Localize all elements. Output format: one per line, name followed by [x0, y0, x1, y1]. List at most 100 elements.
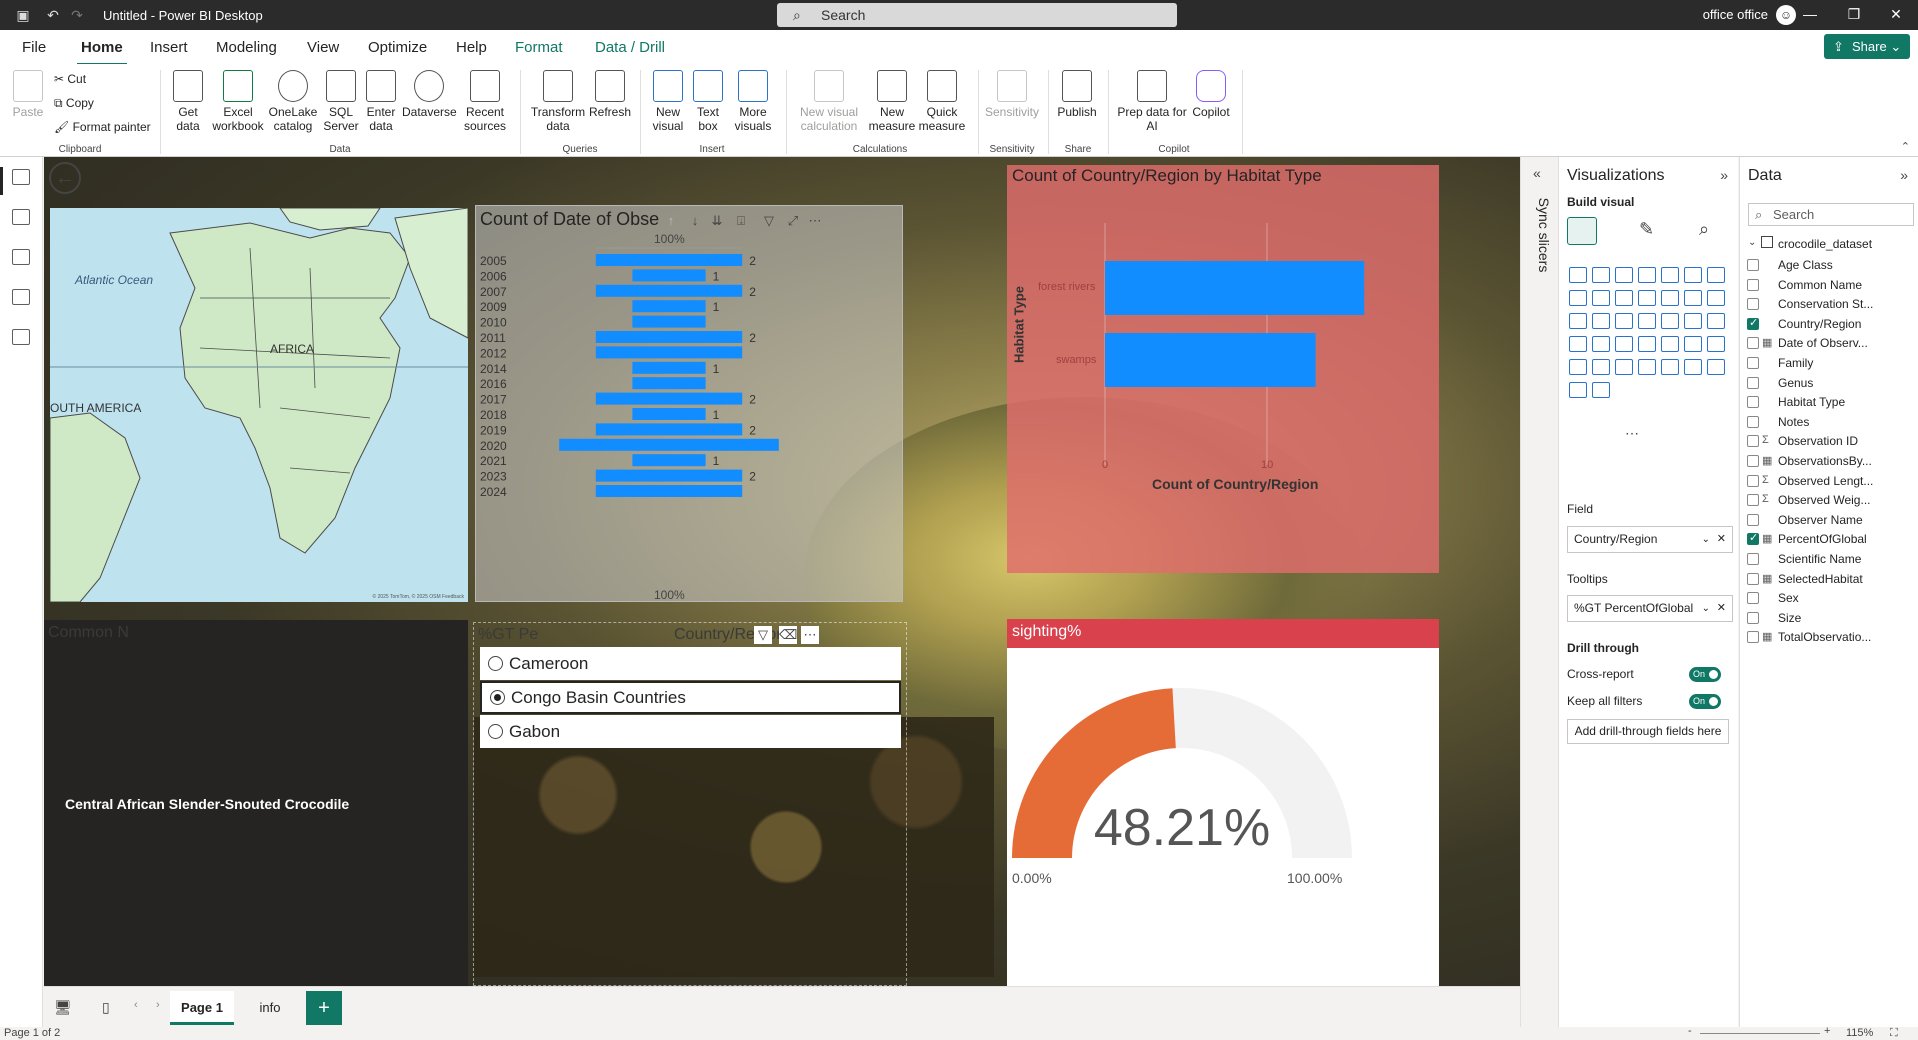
checkbox[interactable] [1747, 553, 1759, 565]
checkbox[interactable] [1747, 259, 1759, 271]
remove-field-icon[interactable]: ✕ [1717, 596, 1726, 621]
checkbox[interactable] [1747, 357, 1759, 369]
checkbox[interactable] [1747, 298, 1759, 311]
excel-workbook-button[interactable]: Excel workbook [210, 70, 266, 133]
zoom-slider[interactable] [1700, 1033, 1820, 1034]
bar[interactable] [632, 377, 706, 390]
checkbox-checked[interactable] [1747, 531, 1759, 546]
sensitivity-button[interactable]: Sensitivity [984, 70, 1040, 119]
minimize-icon[interactable]: — [1800, 6, 1820, 22]
avatar[interactable]: ☺ [1776, 5, 1796, 25]
bar[interactable] [595, 284, 743, 297]
chevron-down-icon[interactable]: ⌄ [1702, 596, 1710, 621]
dax-query-view-icon[interactable] [12, 289, 30, 305]
visual-type-icon[interactable] [1661, 336, 1679, 352]
visual-type-icon[interactable] [1592, 382, 1610, 398]
expand-pane-icon[interactable]: « [1533, 165, 1541, 181]
field-well-tooltips[interactable]: %GT PercentOfGlobal ⌄ ✕ [1567, 595, 1733, 622]
filter-icon[interactable]: ▽ [754, 626, 772, 644]
data-field[interactable]: Scientific Name [1747, 552, 1861, 566]
redo-icon[interactable]: ↷ [68, 6, 86, 24]
bar[interactable] [632, 408, 706, 420]
data-field[interactable]: Common Name [1747, 278, 1862, 292]
menu-optimize[interactable]: Optimize [368, 39, 427, 56]
bar[interactable] [559, 438, 779, 451]
checkbox[interactable] [1747, 513, 1759, 526]
visual-type-icon[interactable] [1569, 359, 1587, 375]
visual-type-icon[interactable] [1638, 290, 1656, 306]
fit-page-icon[interactable]: ⛶ [1890, 1027, 1898, 1040]
chevron-down-icon[interactable]: ⌄ [1702, 527, 1710, 552]
get-data-button[interactable]: Get data [168, 70, 208, 133]
visual-type-icon[interactable] [1592, 359, 1610, 375]
data-field[interactable]: Habitat Type [1747, 395, 1845, 409]
recent-sources-button[interactable]: Recent sources [460, 70, 510, 133]
visual-type-icon[interactable] [1638, 267, 1656, 283]
data-field[interactable]: ▦ Date of Observ... [1747, 336, 1868, 350]
radio-button[interactable] [488, 724, 503, 739]
visual-type-icon[interactable] [1684, 267, 1702, 283]
menu-help[interactable]: Help [456, 39, 487, 56]
paste-button[interactable]: Paste [10, 70, 46, 119]
menu-insert[interactable]: Insert [150, 39, 188, 56]
common-name-card[interactable]: Common N Central African Slender-Snouted… [44, 620, 468, 986]
cross-report-toggle[interactable]: On [1689, 667, 1721, 682]
checkbox[interactable] [1747, 337, 1759, 350]
checkbox[interactable] [1747, 494, 1759, 507]
map-visual[interactable]: Atlantic Ocean AFRICA OUTH AMERICA © 202… [50, 208, 468, 602]
cut-button[interactable]: ✂ Cut [54, 72, 86, 86]
new-visual-calculation-button[interactable]: New visual calculation [796, 70, 862, 133]
visual-type-icon[interactable] [1638, 313, 1656, 329]
new-measure-button[interactable]: New measure [868, 70, 916, 133]
search-input[interactable]: ⌕ Search [777, 3, 1177, 27]
new-visual-button[interactable]: New visual [648, 70, 688, 133]
build-visual-icon[interactable] [1567, 217, 1597, 245]
slicer-item-gabon[interactable]: Gabon [480, 715, 901, 748]
visual-type-icon[interactable] [1707, 359, 1725, 375]
slicer-item-congo-basin-countries[interactable]: Congo Basin Countries [480, 681, 901, 714]
visual-type-icon[interactable] [1615, 359, 1633, 375]
visual-type-icon[interactable] [1684, 359, 1702, 375]
collapse-pane-icon[interactable]: » [1900, 167, 1908, 183]
onelake-catalog-button[interactable]: OneLake catalog [268, 70, 318, 133]
bar[interactable] [595, 469, 743, 482]
copy-button[interactable]: ⧉ Copy [54, 96, 94, 111]
add-drill-through-field[interactable]: Add drill-through fields here [1567, 719, 1729, 744]
chevron-down-icon[interactable]: ⌄ [1748, 237, 1756, 248]
bar[interactable] [595, 254, 743, 266]
clear-selections-icon[interactable]: ⌫ [779, 626, 797, 644]
data-field[interactable]: ▦ SelectedHabitat [1747, 572, 1863, 586]
dataset-name[interactable]: crocodile_dataset [1778, 237, 1872, 251]
visual-type-icon[interactable] [1707, 313, 1725, 329]
sighting-gauge[interactable]: 48.21% 0.00% 100.00% [1007, 648, 1439, 986]
mobile-layout-icon[interactable]: ▯ [102, 999, 110, 1016]
tab-page-1[interactable]: Page 1 [170, 991, 234, 1025]
bar[interactable] [632, 361, 706, 374]
more-visuals-button[interactable]: More visuals [730, 70, 776, 133]
data-field[interactable]: Notes [1747, 415, 1809, 429]
next-page-icon[interactable]: › [156, 999, 160, 1011]
desktop-layout-icon[interactable]: 🖥 [54, 999, 72, 1016]
bar[interactable] [595, 331, 743, 343]
bar[interactable] [632, 300, 706, 313]
data-field[interactable]: Σ Observed Lengt... [1747, 474, 1873, 488]
checkbox[interactable] [1747, 278, 1759, 291]
visual-type-icon[interactable] [1707, 336, 1725, 352]
visual-type-icon[interactable] [1661, 267, 1679, 283]
visual-type-icon[interactable] [1684, 336, 1702, 352]
bar[interactable] [1105, 261, 1365, 315]
visual-type-icon[interactable] [1615, 313, 1633, 329]
data-field[interactable]: Σ Observation ID [1747, 434, 1858, 448]
checkbox[interactable] [1747, 415, 1759, 428]
visual-type-icon[interactable] [1569, 290, 1587, 306]
refresh-button[interactable]: Refresh [588, 70, 632, 119]
more-options-icon[interactable]: ⋯ [801, 626, 819, 644]
visual-type-icon[interactable] [1615, 336, 1633, 352]
visual-type-icon[interactable] [1569, 313, 1587, 329]
bar[interactable] [632, 269, 706, 282]
visual-type-icon[interactable] [1661, 313, 1679, 329]
dataverse-button[interactable]: Dataverse [402, 70, 457, 119]
visual-type-icon[interactable] [1661, 290, 1679, 306]
save-icon[interactable]: ▣ [14, 6, 32, 24]
menu-data-drill[interactable]: Data / Drill [595, 39, 665, 56]
